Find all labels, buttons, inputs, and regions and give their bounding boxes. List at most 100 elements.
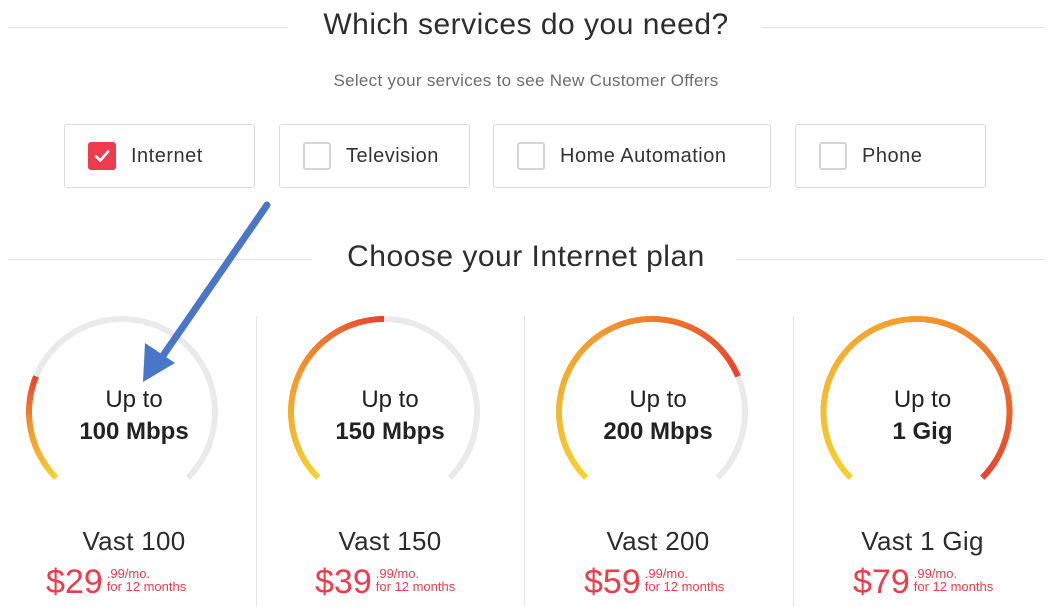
gauge-fill: [986, 464, 995, 473]
gauge-fill: [678, 320, 686, 328]
gauge-fill: [841, 468, 850, 477]
gauge-fill: [733, 370, 741, 378]
gauge-fill: [340, 324, 348, 332]
gauge-fill: [982, 468, 992, 477]
speed-value: 200 Mbps: [603, 418, 713, 445]
gauge-fill: [602, 326, 611, 335]
service-option-television[interactable]: Television: [279, 124, 470, 188]
gauge-fill: [566, 452, 575, 461]
gauge-fill: [319, 336, 328, 346]
checkbox-television[interactable]: [303, 142, 331, 170]
gauge-fill: [335, 326, 344, 335]
gauge-fill: [699, 330, 708, 339]
gauge-fill: [886, 319, 894, 327]
gauge-fill: [717, 346, 726, 355]
gauge-fill: [833, 456, 842, 465]
gauge-fill: [860, 331, 869, 340]
gauge-fill: [856, 333, 865, 343]
gauge-fill: [835, 355, 845, 363]
plan-name: Vast 200: [606, 526, 710, 556]
service-option-home-automation[interactable]: Home Automation: [493, 124, 771, 188]
checkbox-internet[interactable]: [88, 142, 116, 170]
gauge-fill: [957, 326, 966, 335]
gauge-fill: [976, 340, 985, 349]
speed-gauge: [25, 316, 218, 480]
service-label-home-automation: Home Automation: [560, 144, 727, 167]
gauge-fill: [308, 468, 318, 477]
gauge-fill: [312, 343, 321, 352]
gauge-fill: [659, 316, 666, 323]
gauge-fill: [828, 448, 837, 456]
gauge-fill: [344, 322, 353, 330]
checkbox-home-automation[interactable]: [517, 142, 545, 170]
plan-price: $59 .99/mo. for 12 months: [584, 563, 724, 603]
price-term: for 12 months: [375, 579, 456, 594]
gauge-fill: [852, 336, 861, 346]
gauge-fill: [825, 376, 833, 385]
price-amount: $39: [315, 563, 372, 601]
gauge-fill: [710, 339, 719, 348]
plan-card-vast-100[interactable]: Up to 100 Mbps Vast 100 $29 .99/mo. for …: [0, 316, 268, 607]
services-heading: Which services do you need?: [323, 8, 729, 41]
gauge-fill: [720, 349, 729, 358]
gauge-fill: [568, 359, 577, 368]
plan-price: $29 .99/mo. for 12 months: [46, 563, 186, 603]
gauge-fill: [965, 331, 974, 340]
gauge-fill: [296, 367, 305, 376]
gauge-fill: [590, 334, 599, 343]
gauge-fill: [996, 368, 1005, 376]
price-amount: $79: [853, 563, 910, 601]
gauge-fill: [948, 322, 957, 331]
price-amount: $59: [584, 563, 641, 601]
gauge-fill: [998, 444, 1007, 452]
price-term: for 12 months: [913, 579, 994, 594]
gauge-fill: [844, 471, 853, 480]
price-amount: $29: [46, 563, 103, 601]
gauge-fill: [686, 323, 695, 332]
gauge-fill: [828, 367, 837, 376]
gauge-fill: [841, 347, 851, 356]
gauge-fill: [30, 379, 38, 387]
service-option-internet[interactable]: Internet: [64, 124, 255, 188]
gauge-fill: [292, 376, 301, 385]
gauge-fill: [36, 452, 45, 461]
gauge-fill: [991, 456, 1000, 465]
checkbox-phone[interactable]: [819, 142, 847, 170]
gauge-fill: [969, 334, 978, 343]
gauge-fill: [695, 327, 704, 336]
gauge-fill: [566, 364, 574, 372]
service-option-phone[interactable]: Phone: [795, 124, 986, 188]
gauge-fill: [664, 316, 671, 324]
gauge-fill: [564, 448, 572, 456]
gauge-fill: [306, 351, 315, 360]
gauge-fill: [568, 456, 577, 465]
plan-name: Vast 1 Gig: [861, 526, 984, 556]
price-term: for 12 months: [644, 579, 725, 594]
gauge-fill: [303, 460, 312, 469]
gauge-fill: [925, 316, 933, 324]
gauge-fill: [835, 460, 844, 469]
plan-card-vast-200[interactable]: Up to 200 Mbps Vast 200 $59 .99/mo. for …: [524, 316, 792, 607]
gauge-fill: [640, 316, 647, 323]
gauge-fill: [331, 328, 340, 337]
gauge-fill: [562, 373, 570, 381]
gauge-fill: [41, 460, 50, 469]
gauge-fill: [707, 336, 716, 345]
gauge-fill: [312, 471, 321, 480]
plan-card-vast-1-gig[interactable]: Up to 1 Gig Vast 1 Gig $79 .99/mo. for 1…: [793, 316, 1052, 607]
gauge-fill: [630, 317, 638, 325]
gauge-fill: [598, 329, 607, 338]
gauge-fill: [368, 316, 376, 324]
gauge-fill: [714, 342, 723, 351]
gauge-fill: [848, 340, 857, 349]
speed-value: 1 Gig: [892, 418, 953, 445]
gauge-fill: [830, 452, 839, 461]
gauge-fill: [323, 333, 332, 343]
checkmark-icon: [94, 150, 110, 162]
speed-gauge: [555, 316, 748, 480]
plan-card-vast-150[interactable]: Up to 150 Mbps Vast 150 $39 .99/mo. for …: [256, 316, 524, 607]
gauge-fill: [953, 324, 961, 333]
gauge-fill: [349, 320, 357, 328]
gauge-fill: [728, 361, 737, 370]
service-label-television: Television: [346, 144, 439, 167]
